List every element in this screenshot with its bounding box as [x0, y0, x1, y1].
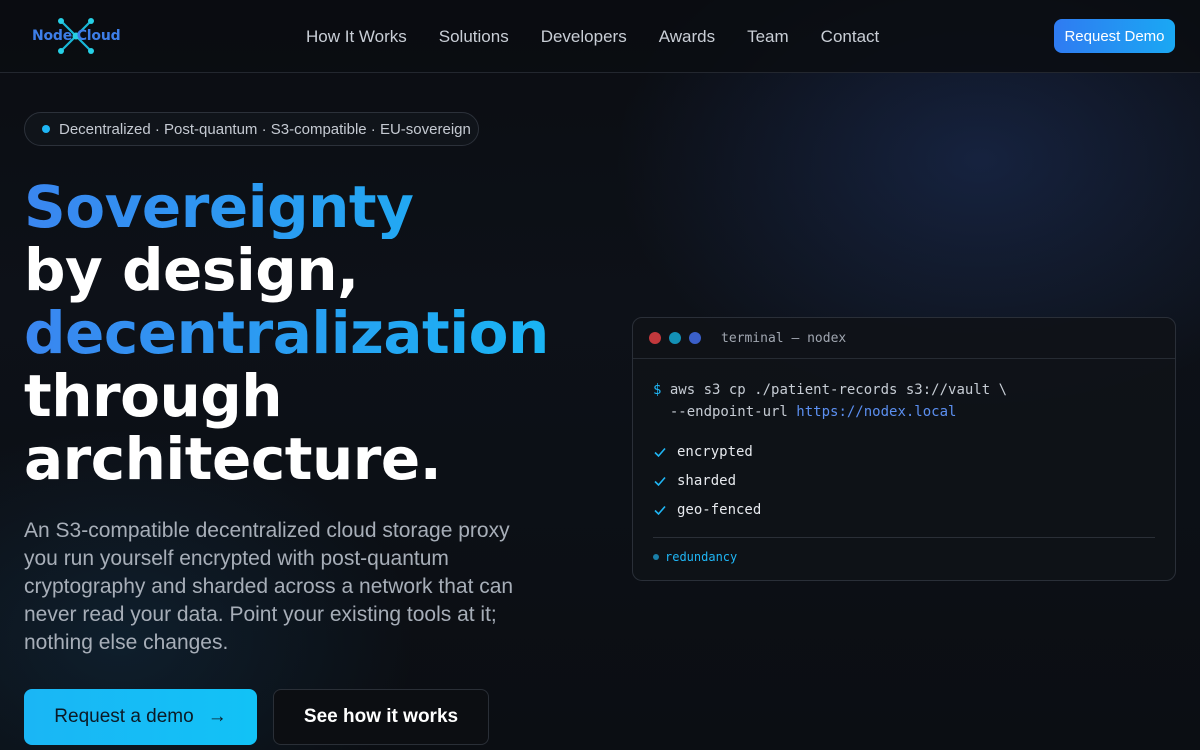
terminal-divider — [653, 537, 1155, 538]
terminal-command-line-2: --endpoint-url https://nodex.local — [653, 401, 1155, 423]
feature-pill: Decentralized · Post-quantum · S3-compat… — [24, 112, 479, 146]
cta-primary-label: Request a demo — [54, 706, 194, 727]
hero-subtext: An S3-compatible decentralized cloud sto… — [24, 519, 514, 654]
check-icon — [654, 476, 666, 486]
check-icon — [654, 505, 666, 515]
pill-text: Decentralized · Post-quantum · S3-compat… — [59, 120, 471, 138]
headline-line-5: architecture. — [24, 425, 442, 493]
request-a-demo-button[interactable]: Request a demo → — [24, 689, 257, 745]
terminal-title-bar: terminal — nodex — [633, 318, 1175, 359]
nav-link-team[interactable]: Team — [731, 27, 805, 47]
terminal-body: $ aws s3 cp ./patient-records s3://vault… — [633, 359, 1175, 564]
nav-link-contact[interactable]: Contact — [805, 27, 896, 47]
terminal-dot-blue — [689, 332, 701, 344]
command-text-2: --endpoint-url — [653, 404, 788, 420]
headline-line-2: by design, — [24, 236, 359, 304]
logo-text: Node Cloud — [32, 28, 121, 44]
nav-link-awards[interactable]: Awards — [643, 27, 731, 47]
command-text-1: aws s3 cp ./patient-records s3://vault \ — [669, 382, 1008, 398]
headline-line-4: through — [24, 362, 283, 430]
endpoint-url: https://nodex.local — [796, 404, 957, 420]
check-label-geo-fenced: geo-fenced — [677, 501, 762, 518]
terminal-checks: encrypted sharded geo-fenced — [653, 437, 1155, 524]
check-label-encrypted: encrypted — [677, 443, 753, 460]
check-icon — [654, 447, 666, 457]
nodex-cloud-logo[interactable]: Node Cloud — [32, 18, 127, 54]
request-demo-button[interactable]: Request Demo — [1054, 19, 1175, 53]
check-item: encrypted — [653, 437, 1155, 466]
check-label-sharded: sharded — [677, 472, 737, 489]
terminal-title: terminal — nodex — [721, 330, 847, 346]
status-dot-icon — [653, 554, 659, 560]
terminal-prompt: $ — [653, 382, 662, 398]
headline-line-3: decentralization — [24, 302, 584, 365]
hero-headline: Sovereignty by design, decentralization … — [24, 176, 584, 491]
arrow-right-icon: → — [207, 706, 227, 727]
redundancy-indicator: redundancy — [653, 550, 1155, 564]
terminal-command-line-1: $ aws s3 cp ./patient-records s3://vault… — [653, 379, 1155, 401]
top-navigation: Node Cloud How It Works Solutions Develo… — [0, 0, 1200, 73]
terminal-window: terminal — nodex $ aws s3 cp ./patient-r… — [632, 317, 1176, 581]
terminal-dot-red — [649, 332, 661, 344]
check-item: geo-fenced — [653, 495, 1155, 524]
nav-links: How It Works Solutions Developers Awards… — [290, 0, 895, 73]
headline-line-1: Sovereignty — [24, 176, 584, 239]
nav-link-solutions[interactable]: Solutions — [423, 27, 525, 47]
terminal-dot-teal — [669, 332, 681, 344]
see-how-it-works-button[interactable]: See how it works — [273, 689, 489, 745]
nav-link-how-it-works[interactable]: How It Works — [290, 27, 423, 47]
nav-link-developers[interactable]: Developers — [525, 27, 643, 47]
pill-dot-icon — [42, 125, 50, 133]
redundancy-label: redundancy — [665, 550, 738, 564]
check-item: sharded — [653, 466, 1155, 495]
